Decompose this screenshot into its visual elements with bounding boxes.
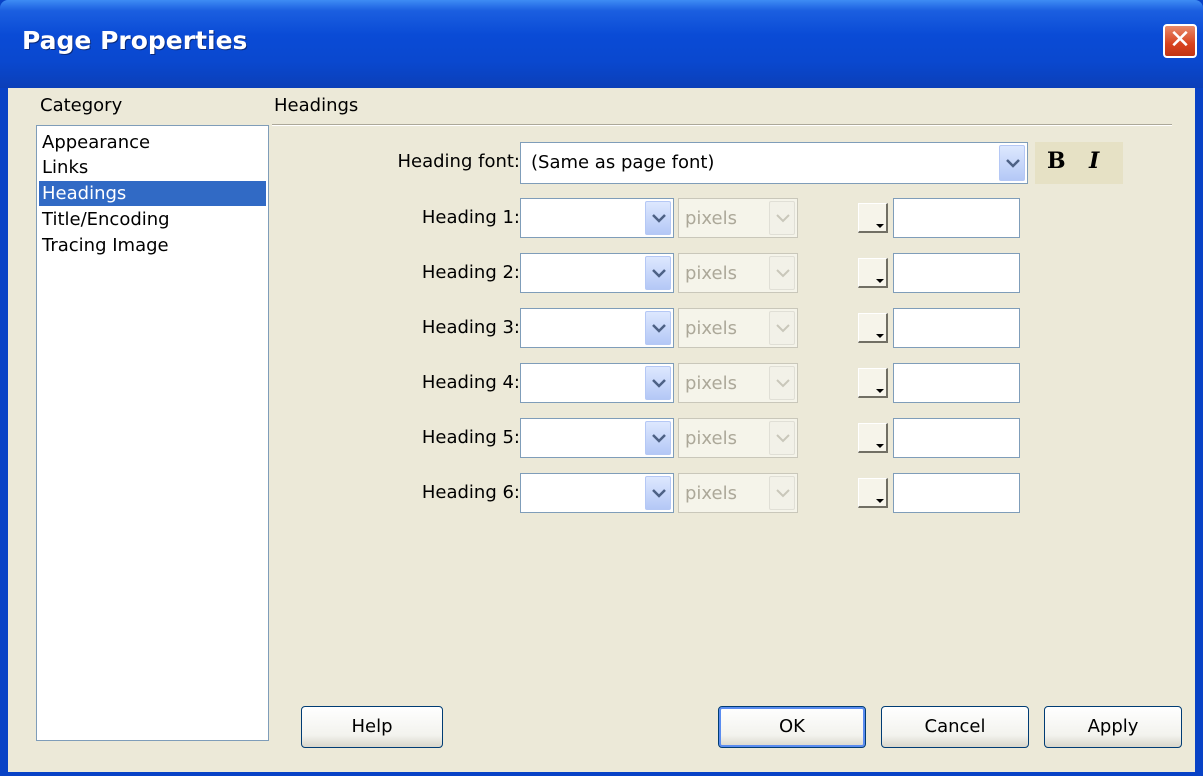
heading-3-size-select[interactable] xyxy=(520,308,674,348)
chevron-down-icon xyxy=(769,201,795,235)
heading-5-unit-select: pixels xyxy=(678,418,798,458)
chevron-down-icon[interactable] xyxy=(645,201,671,235)
chevron-down-icon xyxy=(769,421,795,455)
heading-6-size-select[interactable] xyxy=(520,473,674,513)
heading-font-label: Heading font: xyxy=(397,151,520,172)
category-item-tracing-image[interactable]: Tracing Image xyxy=(39,233,266,258)
heading-4-unit-select: pixels xyxy=(678,363,798,403)
section-title: Headings xyxy=(274,95,359,116)
cancel-button[interactable]: Cancel xyxy=(881,706,1029,748)
category-item-headings[interactable]: Headings xyxy=(39,181,266,206)
heading-4-color-picker[interactable] xyxy=(858,368,888,398)
heading-6-label: Heading 6: xyxy=(421,482,520,503)
help-button[interactable]: Help xyxy=(301,706,443,748)
category-item-links[interactable]: Links xyxy=(39,155,266,180)
ok-button[interactable]: OK xyxy=(718,706,866,748)
heading-2-unit-select: pixels xyxy=(678,253,798,293)
apply-button[interactable]: Apply xyxy=(1044,706,1182,748)
section-divider xyxy=(272,124,1172,126)
heading-1-size-select[interactable] xyxy=(520,198,674,238)
page-properties-dialog: Page Properties ✕ Category Appearance Li… xyxy=(0,0,1203,776)
heading-2-label: Heading 2: xyxy=(421,262,520,283)
heading-4-size-select[interactable] xyxy=(520,363,674,403)
heading-1-unit-select: pixels xyxy=(678,198,798,238)
dialog-content: Category Appearance Links Headings Title… xyxy=(8,88,1195,772)
heading-1-color-field[interactable] xyxy=(893,198,1020,238)
heading-6-unit-value: pixels xyxy=(685,483,737,504)
heading-3-label: Heading 3: xyxy=(421,317,520,338)
heading-4-label: Heading 4: xyxy=(421,372,520,393)
heading-5-size-select[interactable] xyxy=(520,418,674,458)
heading-1-label: Heading 1: xyxy=(421,207,520,228)
close-icon: ✕ xyxy=(1169,25,1191,55)
category-list[interactable]: Appearance Links Headings Title/Encoding… xyxy=(36,125,269,741)
window-title: Page Properties xyxy=(22,26,248,55)
chevron-down-icon xyxy=(769,256,795,290)
title-bar[interactable]: Page Properties ✕ xyxy=(0,0,1203,88)
heading-1-color-picker[interactable] xyxy=(858,203,888,233)
heading-font-value: (Same as page font) xyxy=(531,152,715,173)
style-toolbar: B I xyxy=(1035,142,1123,184)
heading-5-label: Heading 5: xyxy=(421,427,520,448)
category-item-appearance[interactable]: Appearance xyxy=(39,130,266,155)
category-label: Category xyxy=(40,95,123,116)
category-item-title-encoding[interactable]: Title/Encoding xyxy=(39,207,266,232)
heading-6-unit-select: pixels xyxy=(678,473,798,513)
chevron-down-icon[interactable] xyxy=(645,256,671,290)
heading-font-select[interactable]: (Same as page font) xyxy=(520,142,1028,184)
chevron-down-icon xyxy=(769,311,795,345)
heading-2-color-picker[interactable] xyxy=(858,258,888,288)
bold-button[interactable]: B xyxy=(1047,148,1066,174)
heading-3-color-picker[interactable] xyxy=(858,313,888,343)
chevron-down-icon[interactable] xyxy=(645,421,671,455)
chevron-down-icon[interactable] xyxy=(645,476,671,510)
heading-6-color-picker[interactable] xyxy=(858,478,888,508)
heading-3-unit-select: pixels xyxy=(678,308,798,348)
chevron-down-icon[interactable] xyxy=(645,311,671,345)
heading-4-color-field[interactable] xyxy=(893,363,1020,403)
heading-1-unit-value: pixels xyxy=(685,208,737,229)
heading-2-unit-value: pixels xyxy=(685,263,737,284)
chevron-down-icon[interactable] xyxy=(645,366,671,400)
chevron-down-icon xyxy=(769,476,795,510)
heading-2-color-field[interactable] xyxy=(893,253,1020,293)
italic-button[interactable]: I xyxy=(1089,148,1099,174)
chevron-down-icon xyxy=(769,366,795,400)
heading-3-color-field[interactable] xyxy=(893,308,1020,348)
close-button[interactable]: ✕ xyxy=(1163,24,1197,58)
heading-5-color-picker[interactable] xyxy=(858,423,888,453)
heading-5-color-field[interactable] xyxy=(893,418,1020,458)
chevron-down-icon[interactable] xyxy=(999,145,1025,181)
heading-5-unit-value: pixels xyxy=(685,428,737,449)
heading-2-size-select[interactable] xyxy=(520,253,674,293)
heading-6-color-field[interactable] xyxy=(893,473,1020,513)
heading-3-unit-value: pixels xyxy=(685,318,737,339)
heading-4-unit-value: pixels xyxy=(685,373,737,394)
